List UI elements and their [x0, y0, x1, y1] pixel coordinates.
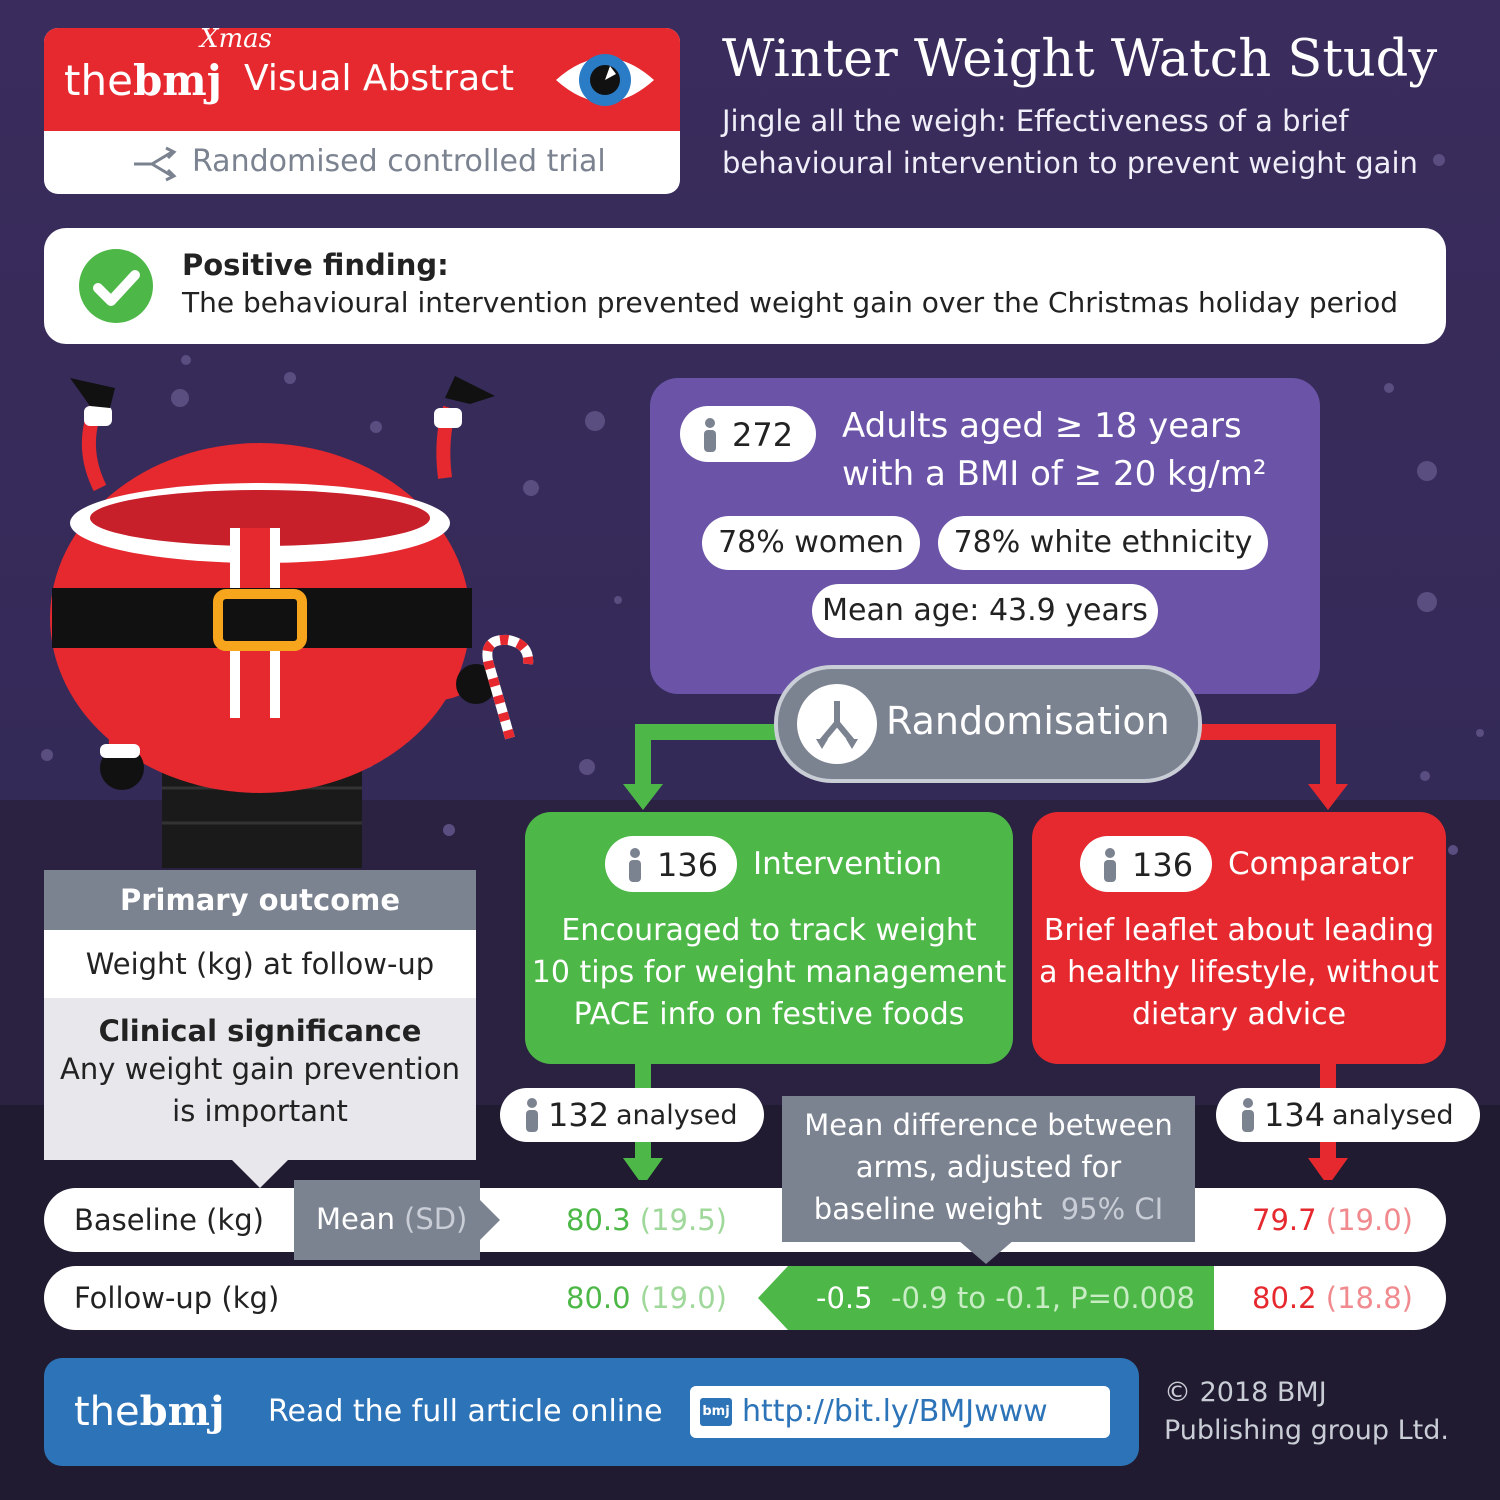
baseline-label: Baseline (kg) — [74, 1203, 265, 1237]
mean-label: Mean — [316, 1202, 396, 1236]
clinical-significance: Clinical significance Any weight gain pr… — [44, 998, 476, 1160]
intervention-followup: 80.0 (19.0) — [566, 1281, 727, 1315]
footer-cta: Read the full article online — [268, 1394, 663, 1429]
article-link[interactable]: bmj http://bit.ly/BMJwww — [690, 1386, 1110, 1438]
intervention-followup-mean: 80.0 — [566, 1281, 631, 1315]
intervention-details: Encouraged to track weight 10 tips for w… — [525, 910, 1013, 1036]
diff-pointer — [958, 1240, 1014, 1264]
bmj-badge-icon: bmj — [700, 1398, 732, 1426]
primary-outcome-heading: Primary outcome — [44, 870, 476, 930]
intervention-followup-sd: (19.0) — [639, 1281, 727, 1315]
ci-label: 95% CI — [1060, 1192, 1164, 1226]
intervention-analysed-count: 132 — [548, 1096, 610, 1134]
merge-arrows-icon — [797, 684, 877, 764]
comparator-followup: 80.2 (18.8) — [1252, 1281, 1413, 1315]
comparator-baseline-mean: 79.7 — [1252, 1203, 1317, 1237]
intervention-line-2: 10 tips for weight management — [531, 955, 1007, 990]
mean-sd-tag: Mean (SD) — [294, 1180, 480, 1260]
diff-line-3-wrap: baseline weight 95% CI — [782, 1188, 1195, 1230]
comparator-label: Comparator — [1228, 846, 1414, 882]
article-url[interactable]: http://bit.ly/BMJwww — [742, 1394, 1048, 1429]
callout-pointer — [230, 1158, 290, 1188]
person-icon — [1104, 848, 1116, 882]
footer-brand-bmj: bmj — [139, 1388, 225, 1435]
intervention-analysed-pill: 132 analysed — [500, 1088, 764, 1142]
intervention-analysed-label: analysed — [616, 1100, 738, 1131]
comparator-line-1: Brief leaflet about leading — [1043, 913, 1435, 948]
mean-sd-pointer — [480, 1200, 500, 1240]
intervention-box: 136 Intervention Encouraged to track wei… — [525, 812, 1013, 1064]
diff-line-2: arms, adjusted for — [855, 1150, 1122, 1184]
comparator-baseline: 79.7 (19.0) — [1252, 1203, 1413, 1237]
copyright: © 2018 BMJ Publishing group Ltd. — [1164, 1374, 1449, 1450]
sd-label: (SD) — [404, 1202, 468, 1236]
difference-values: -0.5 -0.9 to -0.1, P=0.008 — [816, 1281, 1195, 1315]
mean-difference-box: Mean difference between arms, adjusted f… — [782, 1096, 1195, 1242]
comparator-count: 136 — [1132, 846, 1194, 884]
footer-banner: thebmj Read the full article online bmj … — [44, 1358, 1139, 1466]
footer-brand-the: the — [74, 1389, 140, 1435]
diff-line-1: Mean difference between — [804, 1108, 1173, 1142]
comparator-analysed-count: 134 — [1264, 1096, 1326, 1134]
intervention-baseline-sd: (19.5) — [639, 1203, 727, 1237]
clinical-line-2: is important — [172, 1094, 348, 1128]
diff-line-3: baseline weight — [813, 1192, 1043, 1226]
comparator-line-3: dietary advice — [1131, 997, 1347, 1032]
followup-row: Follow-up (kg) 80.0 (19.0) 80.2 (18.8) — [44, 1266, 1446, 1330]
copyright-line-1: © 2018 BMJ — [1164, 1377, 1327, 1408]
diff-ci: -0.9 to -0.1, P=0.008 — [891, 1281, 1195, 1315]
comparator-line-2: a healthy lifestyle, without — [1039, 955, 1439, 990]
intervention-count: 136 — [657, 846, 719, 884]
intervention-count-pill: 136 — [605, 836, 737, 892]
comparator-analysed-label: analysed — [1332, 1100, 1454, 1131]
intervention-line-1: Encouraged to track weight — [561, 913, 977, 948]
copyright-line-2: Publishing group Ltd. — [1164, 1415, 1449, 1446]
comparator-analysed-pill: 134 analysed — [1216, 1088, 1480, 1142]
footer-logo: thebmj — [74, 1388, 224, 1435]
comparator-box: 136 Comparator Brief leaflet about leadi… — [1032, 812, 1446, 1064]
followup-label: Follow-up (kg) — [74, 1281, 280, 1315]
clinical-heading: Clinical significance — [98, 1014, 422, 1048]
comparator-baseline-sd: (19.0) — [1325, 1203, 1413, 1237]
clinical-line-1: Any weight gain prevention — [60, 1052, 460, 1086]
randomisation-pill: Randomisation — [774, 665, 1202, 783]
intervention-line-3: PACE info on festive foods — [573, 997, 965, 1032]
comparator-followup-mean: 80.2 — [1252, 1281, 1317, 1315]
intervention-label: Intervention — [753, 846, 943, 882]
primary-outcome-value: Weight (kg) at follow-up — [44, 930, 476, 998]
comparator-details: Brief leaflet about leading a healthy li… — [1032, 910, 1446, 1036]
baseline-row: Baseline (kg) 80.3 (19.5) 79.7 (19.0) — [44, 1188, 1446, 1252]
comparator-followup-sd: (18.8) — [1325, 1281, 1413, 1315]
randomisation-label: Randomisation — [886, 699, 1170, 743]
outcome-panel: Primary outcome Weight (kg) at follow-up… — [44, 870, 476, 1188]
comparator-count-pill: 136 — [1080, 836, 1212, 892]
person-icon — [526, 1098, 538, 1132]
intervention-baseline-mean: 80.3 — [566, 1203, 631, 1237]
intervention-baseline: 80.3 (19.5) — [566, 1203, 727, 1237]
person-icon — [1242, 1098, 1254, 1132]
person-icon — [629, 848, 641, 882]
diff-value: -0.5 — [816, 1281, 873, 1315]
